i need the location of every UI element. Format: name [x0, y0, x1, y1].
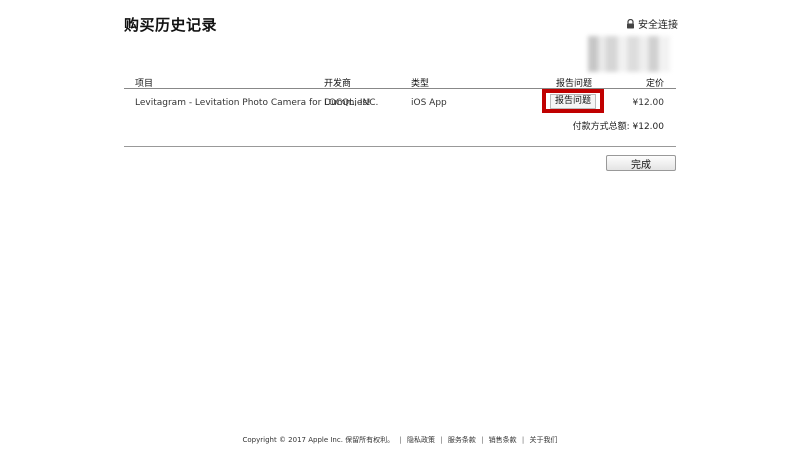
done-button[interactable]: 完成 — [606, 155, 676, 171]
payment-total-value: ¥12.00 — [632, 122, 665, 132]
table-row: Levitagram - Levitation Photo Camera for… — [124, 89, 676, 119]
about-us-link[interactable]: 关于我们 — [529, 436, 557, 444]
purchase-table: 项目 开发商 类型 报告问题 定价 Levitagram - Levitatio… — [124, 73, 676, 132]
report-problem-button[interactable]: 报告问题 — [549, 93, 596, 109]
secure-connection: 安全连接 — [626, 16, 678, 31]
footer: Copyright © 2017 Apple Inc. 保留所有权利。 | 隐私… — [242, 436, 558, 444]
column-header-report: 报告问题 — [556, 79, 593, 89]
privacy-policy-link[interactable]: 隐私政策 — [407, 436, 435, 444]
column-header-price: 定价 — [645, 79, 664, 89]
column-header-item: 项目 — [135, 79, 154, 89]
secure-connection-label: 安全连接 — [638, 20, 678, 31]
column-header-developer: 开发商 — [324, 79, 352, 89]
divider — [124, 146, 676, 147]
item-type: iOS App — [411, 98, 447, 108]
copyright-text: Copyright © 2017 Apple Inc. 保留所有权利。 — [242, 436, 395, 444]
terms-of-sale-link[interactable]: 销售条款 — [489, 436, 517, 444]
payment-total: 付款方式总额: ¥12.00 — [573, 119, 664, 132]
terms-of-service-link[interactable]: 服务条款 — [448, 436, 476, 444]
payment-total-label: 付款方式总额: — [572, 122, 630, 132]
lock-icon — [626, 18, 635, 29]
report-problem-highlight: 报告问题 — [542, 89, 604, 113]
developer-name: LOCQL, INC. — [324, 98, 379, 108]
item-price: ¥12.00 — [632, 98, 665, 108]
column-header-type: 类型 — [411, 79, 430, 89]
table-header: 项目 开发商 类型 报告问题 定价 — [124, 73, 676, 89]
page-title: 购买历史记录 — [124, 16, 218, 34]
account-avatar-blurred — [588, 36, 670, 72]
